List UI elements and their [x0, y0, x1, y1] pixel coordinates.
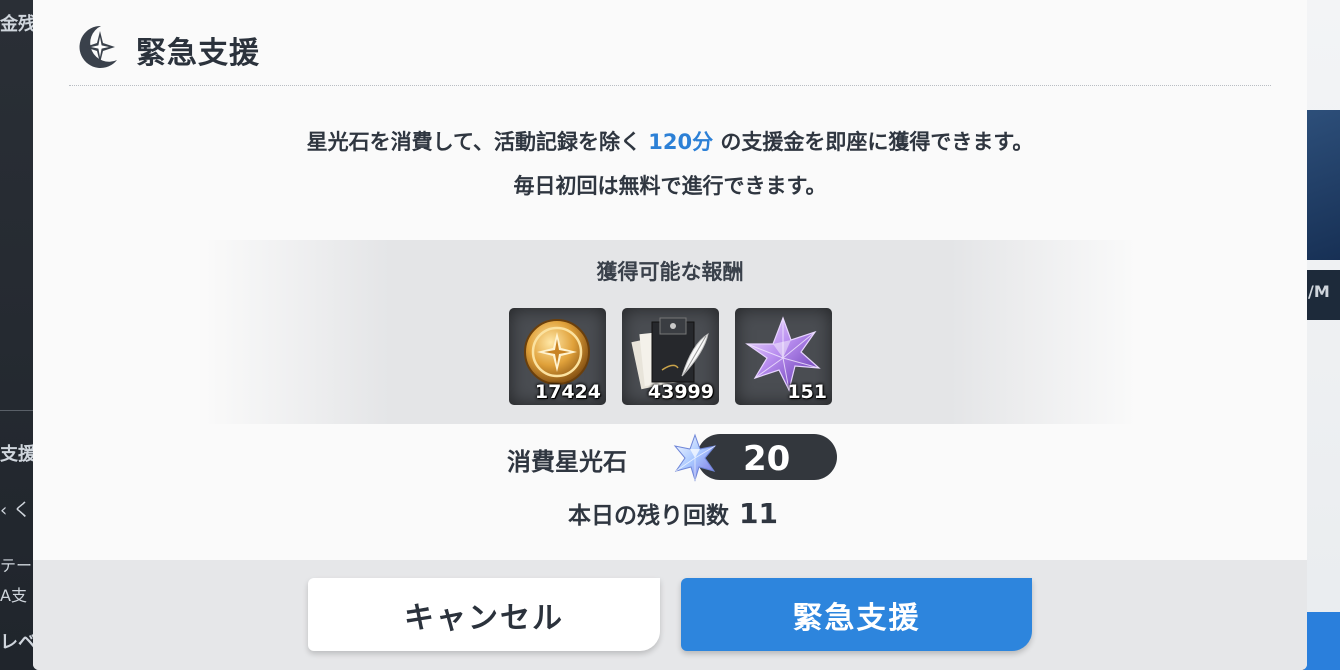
- background-card: [1304, 110, 1340, 260]
- emergency-support-button[interactable]: 緊急支援: [681, 578, 1032, 651]
- reward-title: 獲得可能な報酬: [596, 260, 744, 284]
- background-label: 支援: [0, 444, 34, 465]
- description-text: の支援金を即座に獲得できます。: [713, 130, 1034, 154]
- dialog-footer: [33, 560, 1307, 670]
- cancel-button[interactable]: キャンセル: [308, 578, 660, 651]
- reward-item-credits[interactable]: 17424: [509, 308, 606, 405]
- background-right-panel: /M: [1304, 0, 1340, 670]
- description-line-1: 星光石を消費して、活動記録を除く 120分 の支援金を即座に獲得できます。: [33, 126, 1307, 156]
- cost-label: 消費星光石: [507, 448, 627, 476]
- background-button: [1304, 612, 1340, 670]
- background-label: 金残: [0, 14, 34, 35]
- remaining-count-row: 本日の残り回数 11: [33, 496, 1307, 530]
- background-label: /M: [1304, 270, 1340, 320]
- cost-value: 20: [743, 439, 791, 479]
- reward-item-pyroxene[interactable]: 151: [735, 308, 832, 405]
- background-label: テー: [0, 556, 33, 575]
- reward-count: 17424: [534, 381, 601, 403]
- remaining-value: 11: [739, 497, 778, 530]
- background-label: レベ: [0, 632, 34, 653]
- dialog-header: 緊急支援: [33, 0, 1307, 86]
- header-divider: [69, 85, 1271, 86]
- dialog-title: 緊急支援: [136, 36, 260, 71]
- background-divider: [0, 410, 34, 411]
- remaining-label: 本日の残り回数: [568, 503, 730, 529]
- pyroxene-gem-icon: [670, 432, 720, 482]
- background-label: ‹ く: [0, 500, 31, 521]
- description-line-2: 毎日初回は無料で進行できます。: [513, 174, 827, 198]
- description-text: 星光石を消費して、活動記録を除く: [306, 130, 649, 154]
- reward-count: 43999: [647, 381, 714, 403]
- background-label: A支: [0, 586, 27, 605]
- reward-item-reports[interactable]: 43999: [622, 308, 719, 405]
- cost-row: 消費星光石 20: [33, 432, 1307, 482]
- reward-count: 151: [787, 381, 827, 403]
- duration-highlight: 120分: [648, 130, 714, 154]
- compass-star-icon: [71, 22, 127, 72]
- emergency-support-dialog: 緊急支援 星光石を消費して、活動記録を除く 120分 の支援金を即座に獲得できま…: [33, 0, 1307, 670]
